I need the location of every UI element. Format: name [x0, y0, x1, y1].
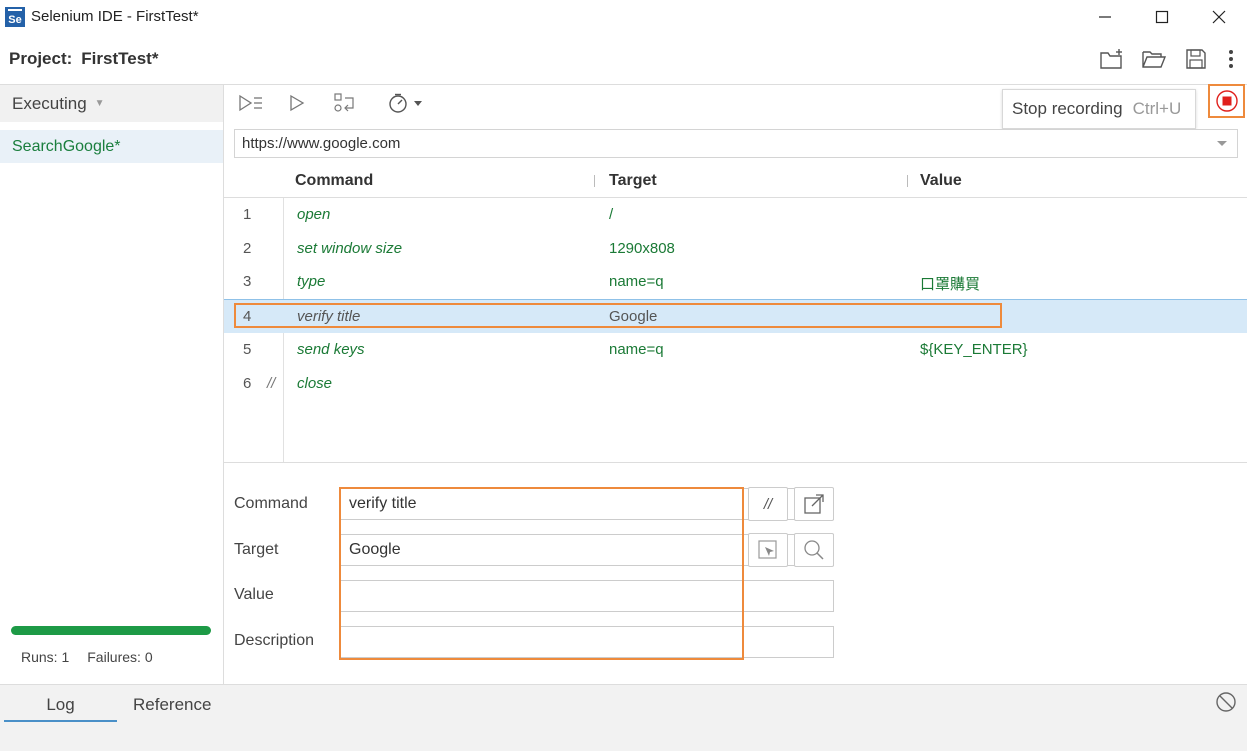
open-project-button[interactable] — [1139, 45, 1169, 73]
command-label: Command — [234, 495, 308, 512]
run-all-tests-button[interactable] — [238, 91, 264, 115]
minimize-icon — [1098, 15, 1111, 18]
row-comment-marker: // — [267, 375, 276, 392]
save-icon — [1186, 49, 1206, 69]
sidebar-header-label: Executing — [12, 93, 87, 113]
value-label: Value — [234, 586, 274, 603]
base-url-input[interactable]: https://www.google.com — [234, 129, 1238, 158]
tooltip-shortcut: Ctrl+U — [1132, 99, 1182, 118]
project-name[interactable]: FirstTest* — [81, 49, 158, 69]
new-folder-icon — [1100, 49, 1122, 69]
column-header-target: Target — [609, 172, 657, 189]
open-reference-button[interactable] — [794, 487, 834, 521]
target-label: Target — [234, 541, 279, 558]
stopwatch-icon — [389, 93, 422, 113]
selenium-logo-icon: Se — [5, 6, 25, 27]
sidebar-header-dropdown[interactable]: Executing ▼ — [0, 85, 223, 122]
row-number: 5 — [243, 341, 252, 358]
title-bar: Se Selenium IDE - FirstTest* — [0, 0, 1247, 33]
step-over-icon — [334, 93, 354, 112]
table-row[interactable]: 2 set window size 1290x808 — [224, 232, 1247, 266]
external-link-icon — [804, 494, 824, 514]
window-title: Selenium IDE - FirstTest* — [31, 8, 199, 25]
run-all-icon — [239, 94, 262, 112]
column-divider — [594, 175, 595, 187]
run-stats: Runs: 1 Failures: 0 — [21, 649, 153, 665]
test-item-searchgoogle[interactable]: SearchGoogle* — [0, 130, 223, 163]
save-project-button[interactable] — [1181, 45, 1211, 73]
row-number: 6 — [243, 375, 252, 392]
column-divider — [907, 175, 908, 187]
row-command: send keys — [297, 341, 365, 358]
toggle-comment-button[interactable]: // — [748, 487, 788, 521]
column-header-command: Command — [295, 172, 374, 189]
command-table-header: Command Target Value — [224, 164, 1247, 198]
row-target: name=q — [609, 273, 664, 290]
table-row[interactable]: 5 send keys name=q ${KEY_ENTER} — [224, 333, 1247, 367]
minimize-button[interactable] — [1076, 0, 1133, 33]
stop-recording-tooltip: Stop recording Ctrl+U — [1002, 89, 1196, 129]
selected-row-highlight — [234, 303, 1002, 328]
test-item-label: SearchGoogle* — [12, 137, 121, 155]
table-row[interactable]: 1 open / — [224, 198, 1247, 232]
project-header: Project: FirstTest* — [0, 33, 1247, 85]
row-command: open — [297, 206, 331, 223]
stop-recording-button[interactable] — [1208, 84, 1245, 118]
row-value: 口罩購買 — [920, 276, 981, 293]
row-target: 1290x808 — [609, 240, 675, 257]
tab-log[interactable]: Log — [4, 695, 117, 722]
test-sidebar: Executing ▼ SearchGoogle* Runs: 1 Failur… — [0, 85, 224, 684]
run-current-test-button[interactable] — [288, 91, 306, 115]
play-icon — [290, 94, 305, 112]
clear-log-button[interactable] — [1215, 691, 1237, 713]
row-command: close — [297, 375, 333, 392]
open-folder-icon — [1142, 51, 1167, 68]
row-number: 1 — [243, 206, 252, 223]
failures-count: Failures: 0 — [87, 649, 153, 665]
clear-icon — [1216, 692, 1236, 712]
command-table: 1 open / 2 set window size 1290x808 3 ty… — [224, 198, 1247, 463]
bottom-panel-tabs: Log Reference — [0, 684, 1247, 751]
select-target-button[interactable] — [748, 533, 788, 567]
row-command: type — [297, 273, 326, 290]
more-options-button[interactable] — [1223, 45, 1239, 73]
new-project-button[interactable] — [1097, 45, 1127, 73]
runs-count: Runs: 1 — [21, 649, 70, 665]
test-speed-dropdown[interactable] — [386, 91, 424, 115]
search-icon — [804, 540, 824, 560]
table-row[interactable]: 3 type name=q 口罩購買 — [224, 265, 1247, 299]
close-icon — [1212, 10, 1225, 23]
editor-fields-highlight — [339, 487, 744, 660]
maximize-icon — [1155, 10, 1168, 23]
chevron-down-icon: ▼ — [94, 98, 105, 109]
row-value: ${KEY_ENTER} — [920, 341, 1028, 358]
url-dropdown-chevron-icon[interactable] — [1217, 141, 1227, 146]
more-vertical-icon — [1229, 50, 1233, 68]
record-stop-icon — [1215, 90, 1238, 112]
row-target: / — [609, 206, 614, 223]
row-number: 2 — [243, 240, 252, 257]
maximize-button[interactable] — [1133, 0, 1190, 33]
step-over-button[interactable] — [333, 91, 357, 115]
description-label: Description — [234, 632, 315, 649]
base-url-value: https://www.google.com — [242, 135, 401, 152]
find-target-button[interactable] — [794, 533, 834, 567]
comment-slashes-label: // — [763, 495, 773, 513]
run-progress-bar — [11, 626, 211, 635]
row-number: 3 — [243, 273, 252, 290]
tab-reference[interactable]: Reference — [133, 695, 211, 715]
project-label: Project: — [9, 48, 73, 68]
select-element-icon — [758, 540, 777, 559]
tooltip-text: Stop recording — [1012, 99, 1123, 118]
close-window-button[interactable] — [1190, 0, 1247, 33]
row-target: name=q — [609, 341, 664, 358]
column-header-value: Value — [920, 172, 962, 189]
row-command: set window size — [297, 240, 403, 257]
table-row[interactable]: 6 // close — [224, 367, 1247, 401]
